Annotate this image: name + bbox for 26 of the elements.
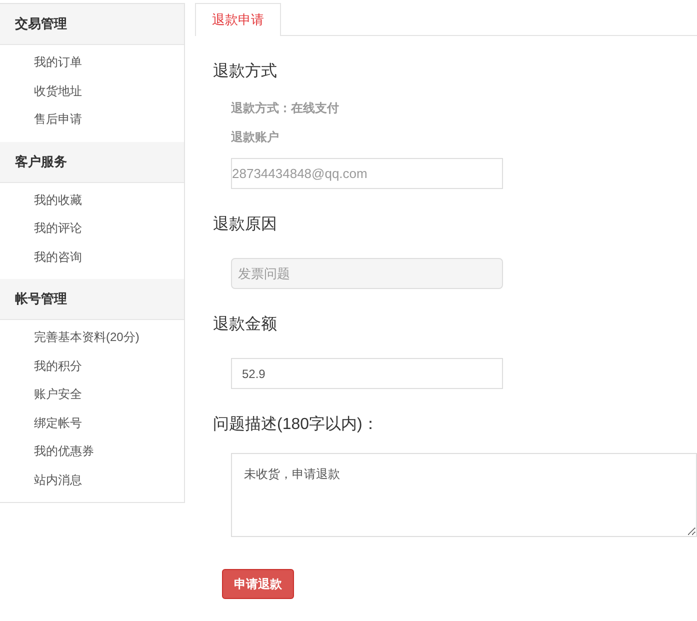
section-heading: 退款金额 — [213, 315, 278, 335]
sidebar-group-title: 交易管理 — [15, 15, 67, 33]
sidebar-item[interactable]: 绑定帐号 — [0, 408, 184, 437]
section-heading: 退款原因 — [213, 215, 278, 235]
sidebar-item[interactable]: 我的咨询 — [0, 242, 184, 271]
sidebar-item[interactable]: 站内消息 — [0, 466, 184, 494]
submit-button[interactable]: 申请退款 — [222, 569, 294, 599]
sidebar-item[interactable]: 收货地址 — [0, 76, 184, 105]
sidebar-item[interactable]: 完善基本资料(20分) — [0, 323, 184, 352]
sidebar-item[interactable]: 我的优惠券 — [0, 437, 184, 466]
sidebar-item[interactable]: 我的收藏 — [0, 186, 184, 214]
field-label: 退款方式：在线支付 — [230, 100, 340, 116]
sidebar-item[interactable]: 账户安全 — [0, 380, 184, 408]
input-field[interactable]: 52.9 — [231, 358, 503, 389]
sidebar-group-title: 客户服务 — [15, 152, 67, 170]
section-heading: 退款方式 — [213, 62, 278, 82]
sidebar-item[interactable]: 我的评论 — [0, 214, 184, 242]
text-area[interactable]: 未收货，申请退款 — [231, 453, 697, 537]
field-label: 退款账户 — [230, 129, 280, 145]
section-heading: 问题描述(180字以内)： — [213, 415, 380, 435]
sidebar-item[interactable]: 我的订单 — [0, 48, 184, 76]
input-field[interactable]: 28734434848@qq.com — [231, 158, 503, 189]
sidebar-item[interactable]: 我的积分 — [0, 352, 184, 380]
tab[interactable]: 退款申请 — [195, 3, 281, 36]
sidebar-item[interactable]: 售后申请 — [0, 105, 184, 134]
sidebar-group-title: 帐号管理 — [15, 290, 67, 308]
